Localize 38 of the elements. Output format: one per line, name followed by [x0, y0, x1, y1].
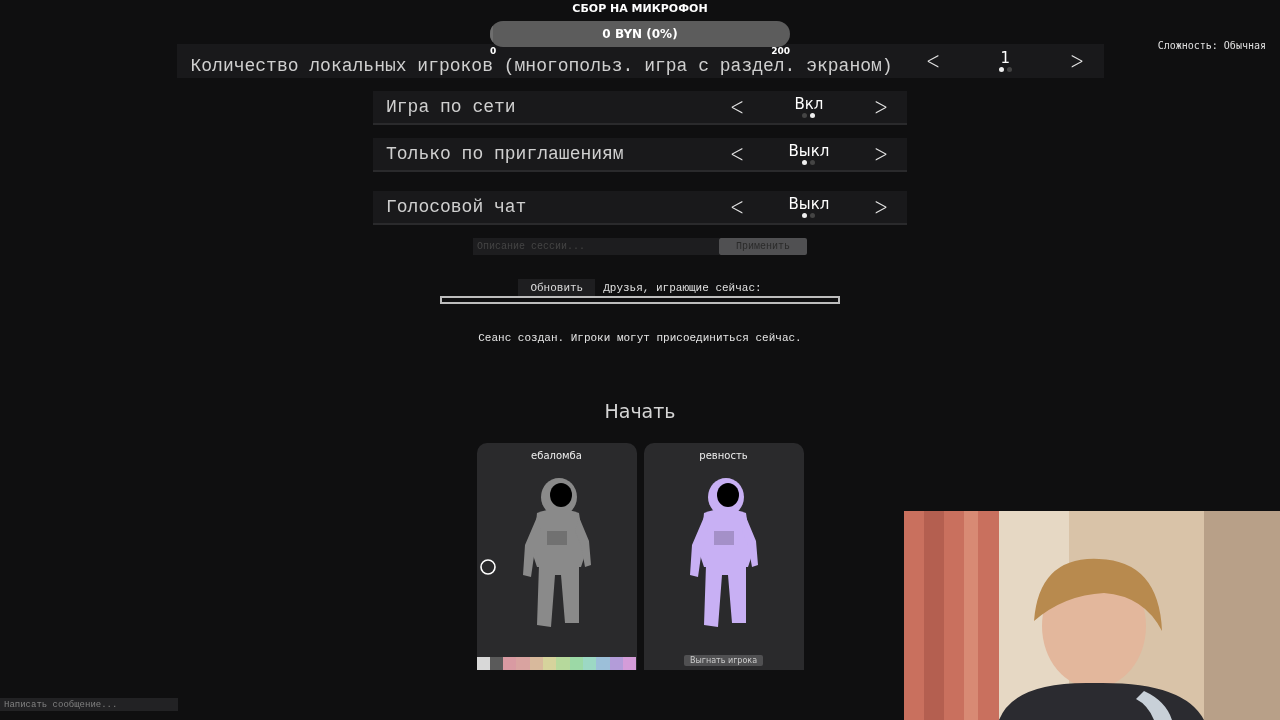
- color-swatch[interactable]: [543, 657, 557, 670]
- option-value: Вкл: [794, 95, 824, 113]
- previous-button[interactable]: <: [728, 193, 746, 221]
- previous-button[interactable]: <: [728, 93, 746, 121]
- option-label: Игра по сети: [386, 97, 516, 117]
- color-swatch[interactable]: [476, 657, 490, 670]
- player-count-value: 1: [1000, 49, 1011, 67]
- player-count-label: Количество локальных игроков (многопольз. игра с раздел. экраном): [190, 57, 893, 75]
- refresh-button[interactable]: Обновить: [518, 279, 596, 296]
- option-label: Только по приглашениям: [386, 144, 624, 164]
- next-button[interactable]: >: [872, 193, 890, 221]
- friends-label: Друзья, играющие сейчас:: [603, 281, 762, 294]
- option-value: Выкл: [788, 195, 830, 213]
- previous-button[interactable]: <: [728, 140, 746, 168]
- status-message: Сеанс создан. Игроки могут присоединиться сейчас.: [478, 332, 802, 344]
- option-value: Выкл: [788, 142, 830, 160]
- color-swatch[interactable]: [623, 657, 637, 670]
- color-swatch[interactable]: [583, 657, 597, 670]
- difficulty-label: Сложность: Обычная: [1157, 40, 1266, 51]
- color-swatch[interactable]: [556, 657, 570, 670]
- donation-title: СБОР НА МИКРОФОН: [572, 2, 708, 15]
- next-button[interactable]: >: [872, 140, 890, 168]
- color-swatch[interactable]: [516, 657, 530, 670]
- chat-message-field[interactable]: Написать сообщение...: [0, 698, 178, 711]
- color-swatch[interactable]: [596, 657, 610, 670]
- donation-goal: 200: [771, 47, 790, 55]
- start-button[interactable]: Начать: [604, 400, 676, 422]
- donation-min: 0: [490, 47, 497, 55]
- player-name: ревность: [699, 450, 748, 461]
- donation-amount: 0 BYN (0%): [602, 27, 678, 41]
- color-swatch[interactable]: [503, 657, 517, 670]
- cursor-icon: [479, 558, 497, 576]
- player-name: ебаломба: [531, 450, 582, 461]
- kick-player-button[interactable]: Выгнать игрока: [683, 655, 764, 666]
- next-button[interactable]: >: [872, 93, 890, 121]
- next-button[interactable]: >: [1069, 47, 1086, 75]
- option-label: Голосовой чат: [386, 197, 527, 217]
- previous-button[interactable]: <: [924, 47, 942, 75]
